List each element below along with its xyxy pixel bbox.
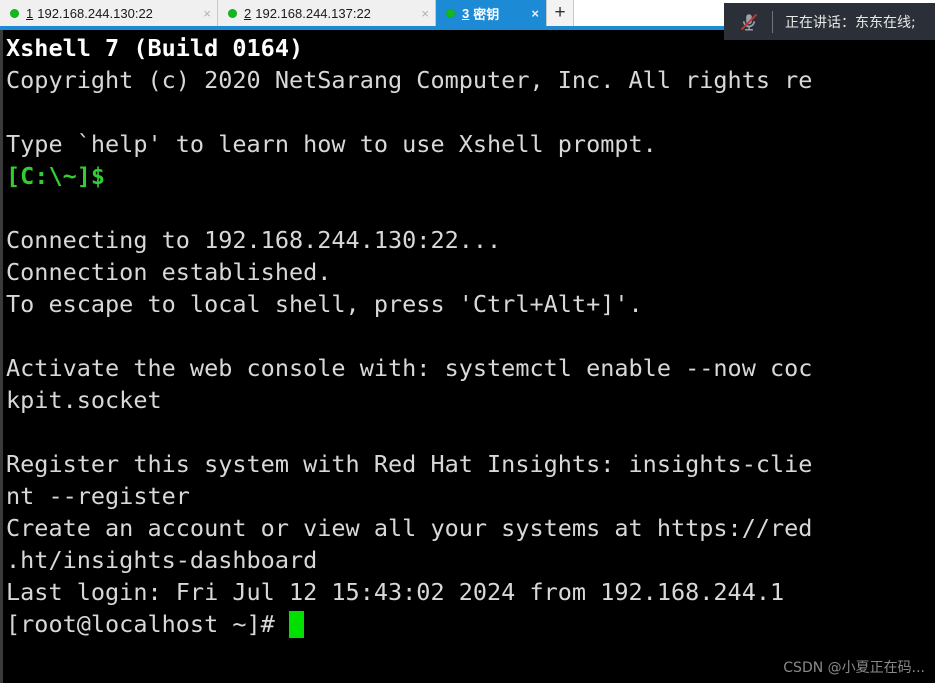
terminal-line: Last login: Fri Jul 12 15:43:02 2024 fro… <box>6 576 812 608</box>
terminal-pane[interactable]: Xshell 7 (Build 0164) Copyright (c) 2020 … <box>0 30 935 683</box>
terminal-line: To escape to local shell, press 'Ctrl+Al… <box>6 288 812 320</box>
terminal-line: Create an account or view all your syste… <box>6 512 812 544</box>
voice-chat-overlay[interactable]: 正在讲话：东东在线; <box>724 3 935 40</box>
tab-session-1[interactable]: 1 192.168.244.130:22 × <box>0 0 218 26</box>
terminal-line: nt --register <box>6 480 812 512</box>
terminal-line: Register this system with Red Hat Insigh… <box>6 448 812 480</box>
terminal-line-text: Create an account or view all your syste… <box>6 514 813 542</box>
terminal-line: [C:\~]$ <box>6 160 812 192</box>
close-icon[interactable]: × <box>521 7 539 20</box>
terminal-line: Connection established. <box>6 256 812 288</box>
new-tab-button[interactable]: + <box>546 0 574 26</box>
terminal-line: Type `help' to learn how to use Xshell p… <box>6 128 812 160</box>
tab-number: 3 <box>462 5 470 21</box>
terminal-line-text: Type `help' to learn how to use Xshell p… <box>6 130 657 158</box>
terminal-line-text: Activate the web console with: systemctl… <box>6 354 813 382</box>
connected-dot-icon <box>446 8 455 18</box>
terminal-line-text: Copyright (c) 2020 NetSarang Computer, I… <box>6 66 813 94</box>
terminal-line-text: .ht/insights-dashboard <box>6 546 318 574</box>
watermark: CSDN @小夏正在码... <box>783 660 925 676</box>
terminal-line-text: To escape to local shell, press 'Ctrl+Al… <box>6 290 643 318</box>
terminal-line-text: kpit.socket <box>6 386 162 414</box>
microphone-muted-icon[interactable] <box>738 11 760 33</box>
tab-label: 密钥 <box>473 6 500 22</box>
tab-number: 1 <box>26 5 34 21</box>
terminal-line-text: Last login: Fri Jul 12 15:43:02 2024 fro… <box>6 578 785 606</box>
terminal-output: Xshell 7 (Build 0164) Copyright (c) 2020 … <box>6 32 812 640</box>
tab-label: 192.168.244.130:22 <box>37 5 153 21</box>
overlay-divider <box>772 10 773 33</box>
terminal-line: Activate the web console with: systemctl… <box>6 352 812 384</box>
connected-dot-icon <box>10 8 19 18</box>
close-icon[interactable]: × <box>411 7 429 20</box>
terminal-line: Xshell 7 (Build 0164) <box>6 32 812 64</box>
terminal-line-text: Connection established. <box>6 258 332 286</box>
terminal-line-text: Connecting to 192.168.244.130:22... <box>6 226 502 254</box>
tab-number: 2 <box>244 5 252 21</box>
terminal-line: Copyright (c) 2020 NetSarang Computer, I… <box>6 64 812 96</box>
terminal-line-text: Register this system with Red Hat Insigh… <box>6 450 813 478</box>
connected-dot-icon <box>228 8 237 18</box>
shell-prompt: [root@localhost ~]# <box>6 610 289 638</box>
tab-label: 192.168.244.137:22 <box>255 5 371 21</box>
tab-session-3-active[interactable]: 3 密钥 × <box>436 0 546 26</box>
terminal-line: .ht/insights-dashboard <box>6 544 812 576</box>
terminal-line-text: nt --register <box>6 482 190 510</box>
terminal-prompt-line: [root@localhost ~]# <box>6 608 812 640</box>
terminal-line: Connecting to 192.168.244.130:22... <box>6 224 812 256</box>
tab-session-2[interactable]: 2 192.168.244.137:22 × <box>218 0 436 26</box>
terminal-line: kpit.socket <box>6 384 812 416</box>
terminal-line-text: Xshell 7 (Build 0164) <box>6 34 304 62</box>
terminal-line-text: [C:\~]$ <box>6 162 106 190</box>
text-cursor <box>288 611 304 638</box>
close-icon[interactable]: × <box>193 7 211 20</box>
speaking-status-text: 正在讲话：东东在线; <box>785 14 916 31</box>
